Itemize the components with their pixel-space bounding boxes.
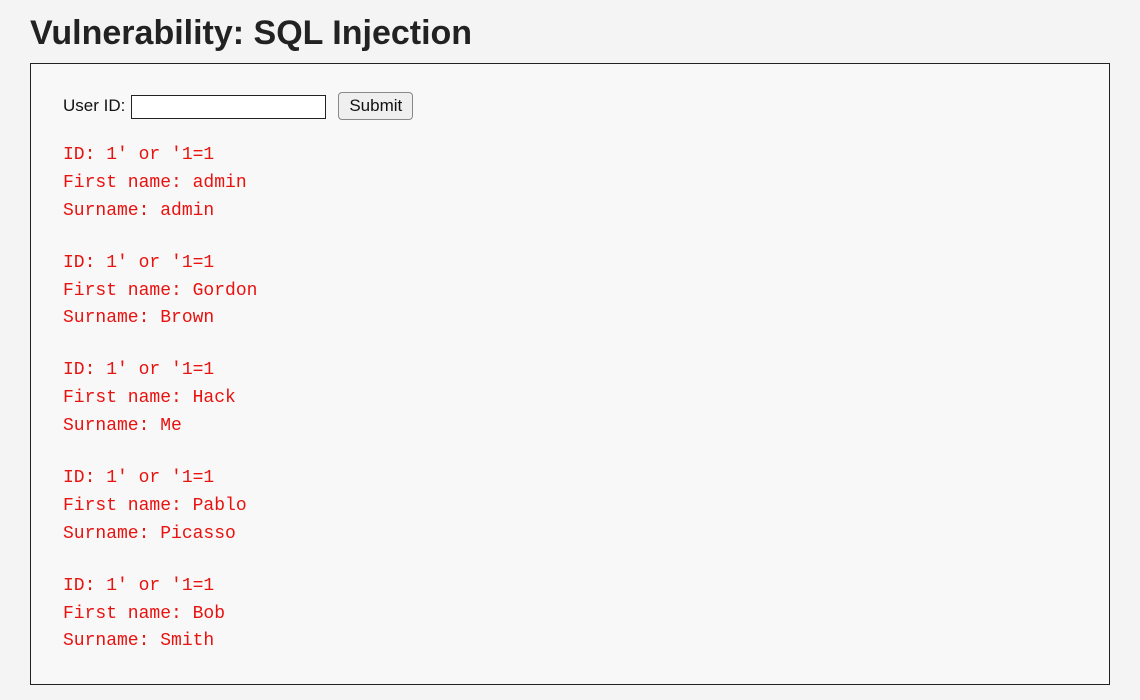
result-surname-line: Surname: Me — [63, 413, 1077, 441]
results-output: ID: 1' or '1=1First name: adminSurname: … — [63, 142, 1077, 656]
result-first-name-line: First name: Hack — [63, 385, 1077, 413]
result-id-line: ID: 1' or '1=1 — [63, 465, 1077, 493]
result-first-name-line: First name: Pablo — [63, 493, 1077, 521]
result-block: ID: 1' or '1=1First name: adminSurname: … — [63, 142, 1077, 226]
content-panel: User ID: Submit ID: 1' or '1=1First name… — [30, 63, 1110, 685]
result-id-line: ID: 1' or '1=1 — [63, 573, 1077, 601]
result-surname-line: Surname: Smith — [63, 628, 1077, 656]
result-id-line: ID: 1' or '1=1 — [63, 357, 1077, 385]
result-surname-line: Surname: admin — [63, 198, 1077, 226]
result-first-name-line: First name: Gordon — [63, 278, 1077, 306]
submit-button[interactable]: Submit — [338, 92, 413, 120]
result-id-line: ID: 1' or '1=1 — [63, 250, 1077, 278]
result-surname-line: Surname: Picasso — [63, 521, 1077, 549]
result-block: ID: 1' or '1=1First name: HackSurname: M… — [63, 357, 1077, 441]
user-id-input[interactable] — [131, 95, 326, 119]
result-block: ID: 1' or '1=1First name: PabloSurname: … — [63, 465, 1077, 549]
result-surname-line: Surname: Brown — [63, 305, 1077, 333]
result-first-name-line: First name: admin — [63, 170, 1077, 198]
result-id-line: ID: 1' or '1=1 — [63, 142, 1077, 170]
page-title: Vulnerability: SQL Injection — [0, 0, 1140, 63]
result-block: ID: 1' or '1=1First name: BobSurname: Sm… — [63, 573, 1077, 657]
result-first-name-line: First name: Bob — [63, 601, 1077, 629]
user-id-label: User ID: — [63, 96, 125, 116]
user-id-form: User ID: Submit — [63, 92, 1077, 120]
result-block: ID: 1' or '1=1First name: GordonSurname:… — [63, 250, 1077, 334]
